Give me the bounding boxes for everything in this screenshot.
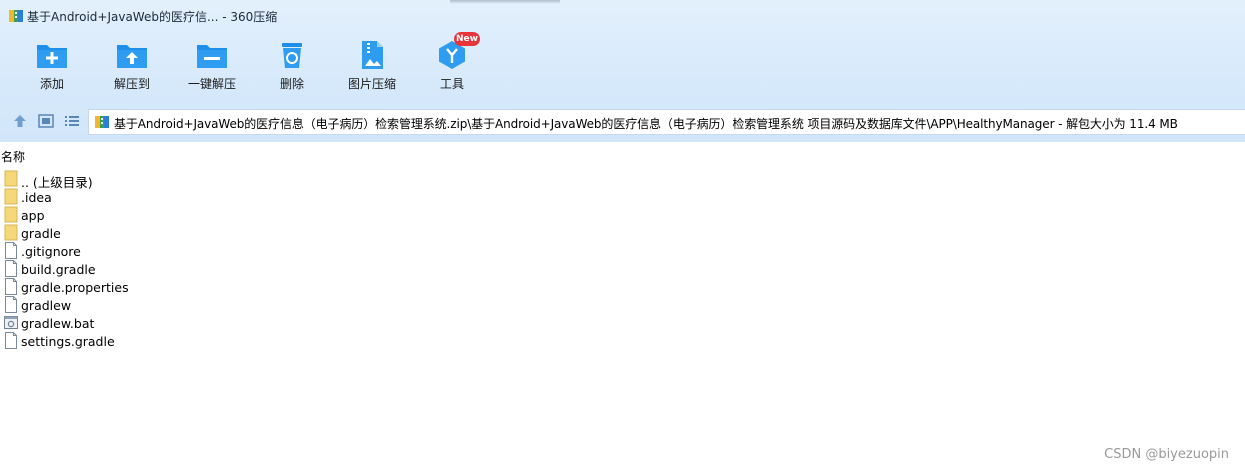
list-item-label: build.gradle [21, 262, 96, 277]
list-item-label: gradlew.bat [21, 316, 95, 331]
image-compress-label: 图片压缩 [347, 77, 396, 91]
window-title: 基于Android+JavaWeb的医疗信... - 360压缩 [27, 10, 278, 24]
list-item[interactable]: .. (上级目录) [0, 170, 600, 190]
toolbar: 添加 解压到 一键解压 删除 图片压缩 工具 [0, 36, 520, 98]
address-bar[interactable]: 基于Android+JavaWeb的医疗信息（电子病历）检索管理系统.zip\基… [88, 109, 1245, 135]
delete-label: 删除 [279, 77, 304, 91]
one-click-extract-button[interactable]: 一键解压 [172, 36, 252, 98]
tools-label: 工具 [439, 77, 464, 91]
list-item[interactable]: gradlew.bat [0, 314, 600, 332]
new-badge: New [454, 32, 480, 46]
delete-button[interactable]: 删除 [252, 36, 332, 98]
list-item[interactable]: gradle [0, 224, 600, 242]
file-icon [5, 296, 17, 313]
list-item[interactable]: .idea [0, 188, 600, 206]
up-arrow-icon[interactable] [11, 112, 29, 130]
extract-to-button[interactable]: 解压到 [92, 36, 172, 98]
list-item-label: gradle.properties [21, 280, 129, 295]
batch-file-icon [4, 316, 18, 329]
list-item-label: settings.gradle [21, 334, 115, 349]
folder-icon [4, 188, 18, 205]
one-click-extract-icon [197, 45, 227, 68]
image-compress-icon [362, 41, 383, 69]
folder-icon [4, 206, 18, 223]
zip-app-icon [9, 10, 23, 22]
image-compress-button[interactable]: 图片压缩 [332, 36, 412, 98]
file-icon [5, 260, 17, 277]
zip-archive-icon [95, 116, 109, 128]
extract-to-label: 解压到 [113, 77, 150, 91]
watermark: CSDN @biyezuopin [1104, 447, 1229, 462]
list-item[interactable]: app [0, 206, 600, 224]
tools-button[interactable]: 工具 [412, 36, 492, 98]
list-view-icon[interactable] [63, 112, 81, 130]
list-item[interactable]: gradlew [0, 296, 600, 314]
folder-icon [4, 170, 18, 187]
add-button[interactable]: 添加 [12, 36, 92, 98]
list-item[interactable]: build.gradle [0, 260, 600, 278]
thumbnail-view-icon[interactable] [37, 112, 55, 130]
list-item[interactable]: gradle.properties [0, 278, 600, 296]
add-folder-icon [37, 45, 67, 68]
navigation-bar: 基于Android+JavaWeb的医疗信息（电子病历）检索管理系统.zip\基… [0, 106, 1245, 136]
list-item-label: .gitignore [21, 244, 81, 259]
file-icon [5, 242, 17, 259]
list-item-label: gradlew [21, 298, 72, 313]
one-click-extract-label: 一键解压 [187, 77, 236, 91]
file-icon [5, 332, 17, 349]
title-bar: 基于Android+JavaWeb的医疗信... - 360压缩 [0, 0, 1245, 32]
extract-to-icon [117, 45, 147, 68]
column-header-name[interactable]: 名称 [1, 148, 25, 165]
title-shadow [450, 0, 560, 4]
list-item[interactable]: settings.gradle [0, 332, 600, 350]
list-item-label: app [21, 208, 45, 223]
list-item-label: gradle [21, 226, 61, 241]
file-icon [5, 278, 17, 295]
list-item-label: .idea [21, 190, 52, 205]
address-path: 基于Android+JavaWeb的医疗信息（电子病历）检索管理系统.zip\基… [114, 117, 1178, 131]
list-item[interactable]: .gitignore [0, 242, 600, 260]
recycle-bin-icon [282, 43, 302, 68]
add-label: 添加 [39, 77, 64, 91]
window-chrome: 基于Android+JavaWeb的医疗信... - 360压缩 添加 解压到 [0, 0, 1245, 142]
folder-icon [4, 224, 18, 241]
column-header-row: 名称 [0, 142, 1245, 168]
